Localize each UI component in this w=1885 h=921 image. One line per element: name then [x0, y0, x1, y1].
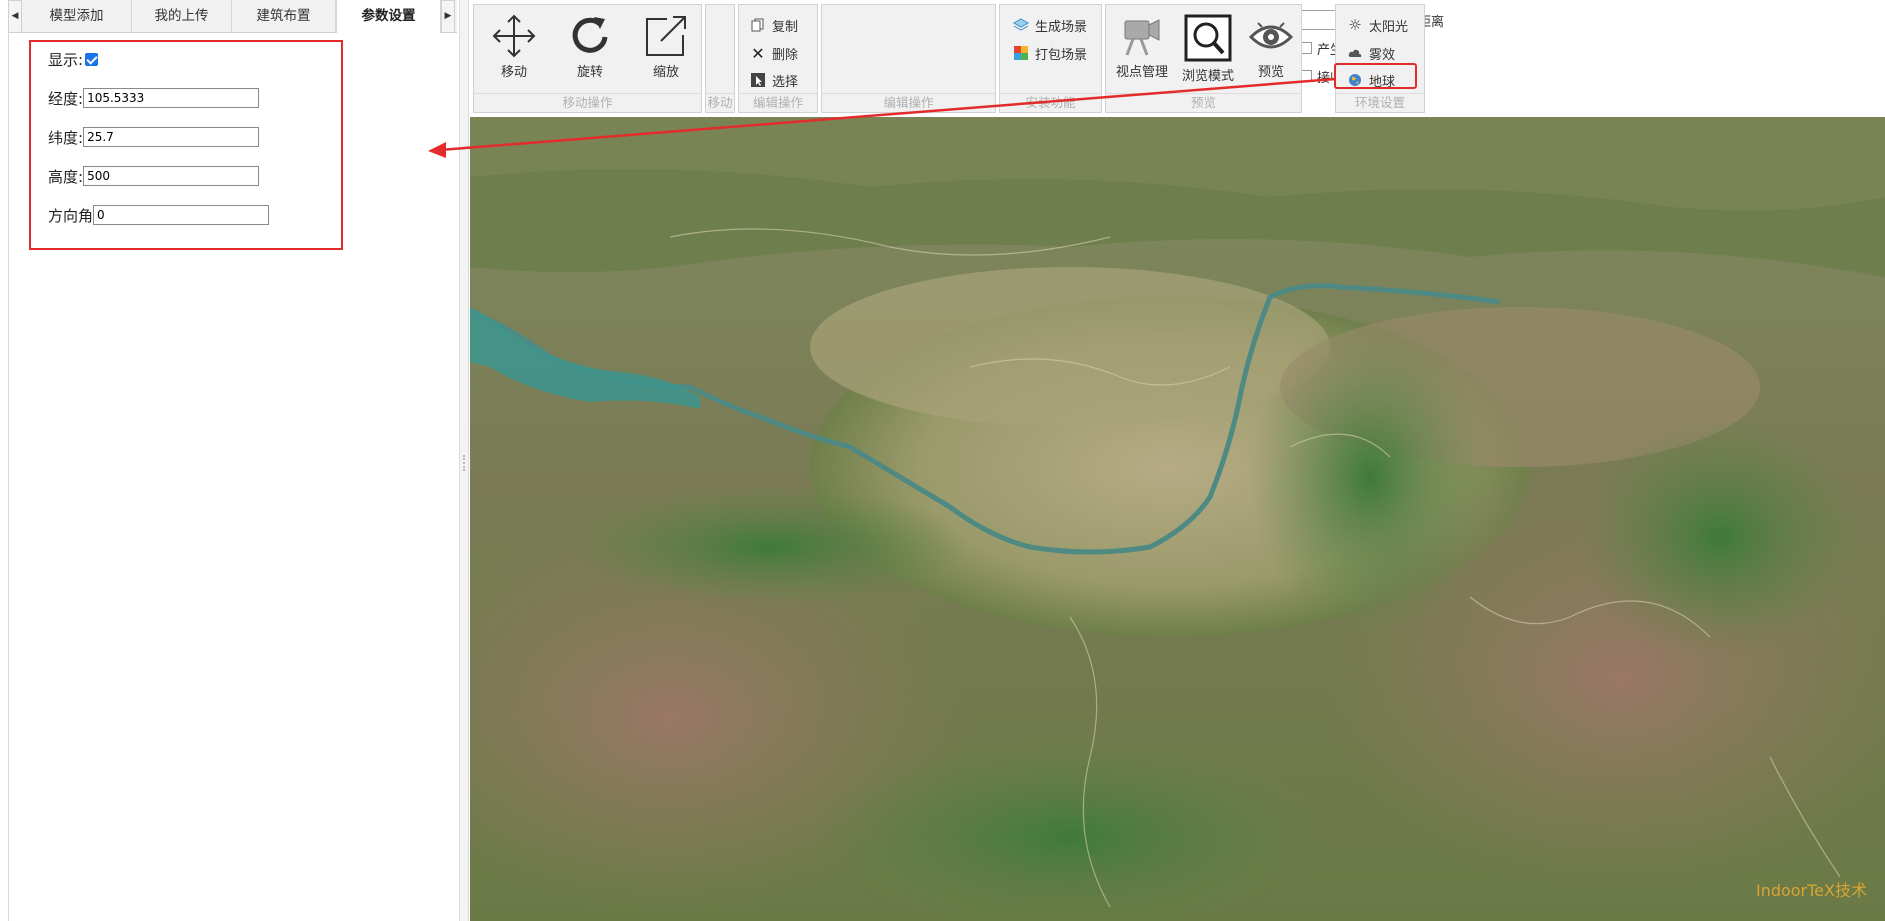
- browse-mode-label: 浏览模式: [1181, 69, 1234, 84]
- longitude-input[interactable]: [83, 88, 260, 108]
- move-small-group-label: 移动: [706, 93, 734, 110]
- camera-icon: [1124, 19, 1160, 56]
- eye-icon: [1248, 22, 1294, 49]
- magnifier-icon: [1184, 14, 1232, 62]
- viewpoint-management-button[interactable]: 视点管理: [1110, 13, 1174, 80]
- tab-parameter-settings[interactable]: 参数设置: [336, 0, 441, 33]
- sun-icon: ☼: [1348, 16, 1362, 34]
- copy-button[interactable]: 复制: [749, 15, 798, 35]
- panel-border: [8, 30, 9, 921]
- select-icon: [749, 71, 767, 89]
- preview-button[interactable]: 预览: [1242, 13, 1300, 80]
- scale-label: 缩放: [652, 65, 679, 80]
- earth-highlight-box: [1334, 63, 1417, 89]
- preview-group-label: 预览: [1106, 93, 1301, 112]
- sunlight-button[interactable]: ☼ 太阳光: [1346, 15, 1408, 35]
- move-operations-group-label: 移动操作: [474, 93, 701, 112]
- tab-building-layout[interactable]: 建筑布置: [232, 0, 336, 32]
- lod-shadow-group: 编辑操作: [821, 4, 996, 113]
- delete-label: 删除: [772, 47, 799, 63]
- longitude-row: 经度:: [48, 87, 260, 109]
- panel-splitter[interactable]: [459, 0, 469, 921]
- heading-row: 方向角: [48, 204, 270, 226]
- move-label: 移动: [500, 65, 527, 80]
- install-functions-group-label: 安装功能: [1000, 93, 1101, 112]
- edit-operations-group: 复制 ✕ 删除 选择 编辑操作: [738, 4, 818, 113]
- fog-button[interactable]: 雾效: [1346, 43, 1395, 63]
- move-button[interactable]: 移动: [484, 13, 544, 80]
- latitude-row: 纬度:: [48, 126, 260, 148]
- terrain-3d-view[interactable]: IndoorTeX技术: [470, 117, 1885, 921]
- environment-settings-group-label: 环境设置: [1336, 93, 1424, 112]
- heading-input[interactable]: [93, 205, 270, 225]
- scale-button[interactable]: 缩放: [636, 13, 696, 80]
- cloud-icon: [1346, 44, 1364, 62]
- pack-scene-label: 打包场景: [1035, 47, 1088, 63]
- latitude-label: 纬度:: [48, 128, 84, 147]
- delete-icon: ✕: [751, 43, 765, 63]
- tab-my-upload[interactable]: 我的上传: [132, 0, 232, 32]
- move-operations-group: 移动 旋转 缩放 移动操作: [473, 4, 702, 113]
- sunlight-label: 太阳光: [1369, 19, 1409, 35]
- altitude-label: 高度:: [48, 167, 84, 186]
- viewpoint-management-label: 视点管理: [1115, 65, 1168, 80]
- rotate-button[interactable]: 旋转: [560, 13, 620, 80]
- package-icon: [1012, 44, 1030, 62]
- fog-label: 雾效: [1369, 47, 1396, 63]
- copy-label: 复制: [772, 19, 799, 35]
- layers-icon: [1012, 16, 1030, 34]
- preview-group: 视点管理 浏览模式 预览 预览: [1105, 4, 1302, 113]
- terrain-scene: [470, 117, 1885, 921]
- tab-model-add[interactable]: 模型添加: [22, 0, 132, 32]
- rotate-icon: [572, 17, 608, 53]
- preview-label: 预览: [1257, 65, 1284, 80]
- edit-operations-group-label: 编辑操作: [739, 93, 817, 112]
- rotate-label: 旋转: [576, 65, 603, 80]
- delete-button[interactable]: ✕ 删除: [749, 43, 798, 63]
- lod-shadow-group-label: 编辑操作: [822, 93, 995, 112]
- copy-icon: [749, 16, 767, 34]
- show-row: 显示:: [48, 48, 99, 70]
- pack-scene-button[interactable]: 打包场景: [1012, 43, 1087, 63]
- select-label: 选择: [772, 74, 799, 90]
- altitude-input[interactable]: [83, 166, 260, 186]
- scale-icon: [646, 16, 686, 56]
- move-small-group: 移动: [705, 4, 735, 113]
- show-label: 显示:: [48, 50, 84, 69]
- splitter-grip-icon: [463, 455, 467, 471]
- browse-mode-button[interactable]: 浏览模式: [1176, 13, 1240, 84]
- show-checkbox[interactable]: [85, 52, 99, 66]
- generate-scene-label: 生成场景: [1035, 19, 1088, 35]
- tab-scroll-right-button[interactable]: ▶: [441, 0, 455, 33]
- heading-label: 方向角: [48, 206, 94, 225]
- longitude-label: 经度:: [48, 89, 84, 108]
- watermark-text: IndoorTeX技术: [1755, 881, 1867, 900]
- tab-scroll-left-button[interactable]: ◀: [8, 0, 22, 33]
- environment-settings-group: ☼ 太阳光 雾效 地球 环境设置: [1335, 4, 1425, 113]
- latitude-input[interactable]: [83, 127, 260, 147]
- generate-scene-button[interactable]: 生成场景: [1012, 15, 1087, 35]
- ribbon-toolbar: 移动 旋转 缩放 移动操作 移动 复制 ✕ 删除 选择 编辑操作 编辑操作 生成…: [470, 0, 1885, 117]
- select-button[interactable]: 选择: [749, 70, 798, 90]
- install-functions-group: 生成场景 打包场景 安装功能: [999, 4, 1102, 113]
- altitude-row: 高度:: [48, 165, 260, 187]
- move-icon: [492, 14, 536, 58]
- left-panel: ◀ 模型添加 我的上传 建筑布置 参数设置 ▶ 显示: 经度: 纬度: 高度: …: [0, 0, 463, 921]
